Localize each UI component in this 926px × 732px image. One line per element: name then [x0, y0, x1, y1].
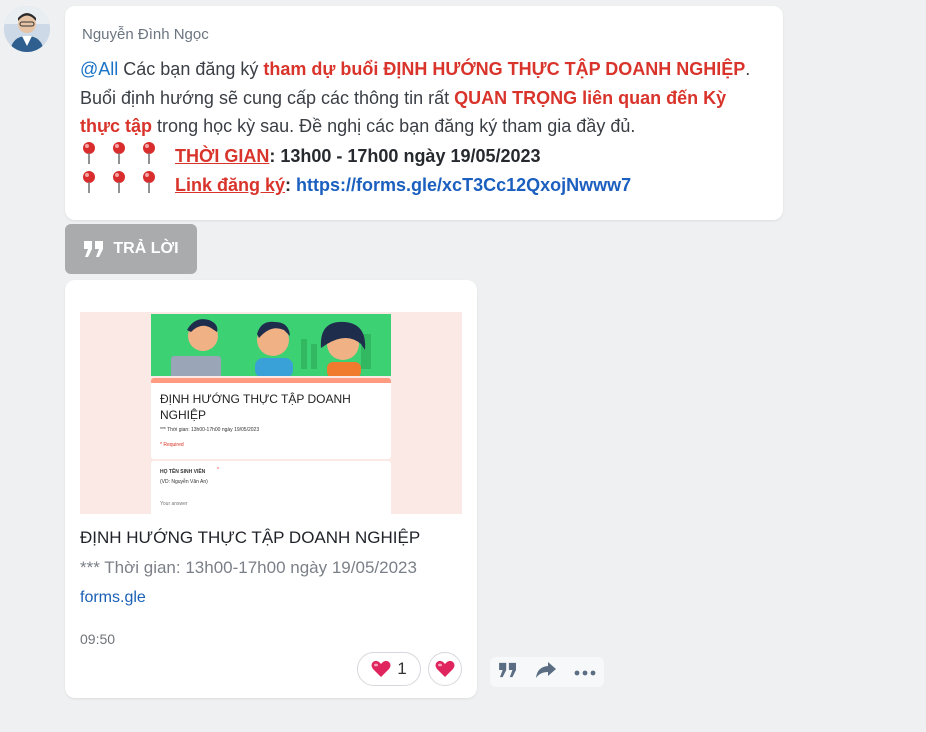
add-reaction-button[interactable]	[428, 652, 462, 686]
quote-icon	[84, 241, 104, 257]
heart-icon	[371, 660, 391, 677]
more-button[interactable]	[574, 663, 596, 681]
form-title: ĐỊNH HƯỚNG THỰC TẬP DOANH NGHIỆP	[160, 392, 351, 422]
time-value: : 13h00 - 17h00 ngày 19/05/2023	[269, 145, 541, 166]
message-bubble: Nguyễn Đình Ngọc @All Các bạn đăng ký th…	[65, 6, 783, 220]
reaction-count: 1	[397, 659, 407, 678]
register-link[interactable]: https://forms.gle/xcT3Cc12QxojNwww7	[296, 175, 631, 195]
form-question-card: HỌ TÊN SINH VIÊN * (VD: Nguyễn Văn An) Y…	[151, 461, 391, 514]
message-text: @All Các bạn đăng ký tham dự buổi ĐỊNH H…	[80, 59, 751, 195]
pushpin-icon	[113, 141, 125, 164]
link-preview-image[interactable]: ĐỊNH HƯỚNG THỰC TẬP DOANH NGHIỆP *** Thờ…	[80, 312, 462, 514]
link-preview-domain[interactable]: forms.gle	[80, 589, 146, 607]
pushpin-icon	[83, 141, 95, 164]
register-link-label: Link đăng ký	[175, 175, 286, 195]
heart-icon	[435, 660, 455, 677]
message-timestamp: 09:50	[80, 631, 116, 647]
link-preview-description: *** Thời gian: 13h00-17h00 ngày 19/05/20…	[80, 558, 417, 577]
pushpin-icons	[80, 171, 175, 195]
quote-icon	[499, 662, 517, 677]
avatar[interactable]	[4, 6, 50, 52]
quote-reply-button[interactable]	[498, 662, 518, 683]
pushpin-icon	[113, 171, 125, 193]
sender-name[interactable]: Nguyễn Đình Ngọc	[82, 26, 209, 43]
share-button[interactable]	[535, 661, 557, 684]
avatar-image	[4, 6, 50, 52]
form-banner-illustration	[151, 314, 391, 376]
reply-button[interactable]: TRẢ LỜI	[65, 224, 197, 274]
pushpin-icon	[83, 171, 95, 193]
pushpin-icons	[80, 141, 175, 166]
mention-all[interactable]: @All	[80, 59, 118, 79]
pushpin-icon	[143, 141, 155, 164]
reply-button-label: TRẢ LỜI	[113, 240, 179, 257]
more-icon	[574, 670, 596, 676]
message-actions-bar	[490, 657, 604, 687]
link-preview-card[interactable]: ĐỊNH HƯỚNG THỰC TẬP DOANH NGHIỆP *** Thờ…	[65, 280, 477, 698]
share-arrow-icon	[535, 661, 556, 678]
time-label: THỜI GIAN	[175, 145, 270, 166]
pushpin-icon	[143, 171, 155, 193]
link-preview-title[interactable]: ĐỊNH HƯỚNG THỰC TẬP DOANH NGHIỆP	[80, 528, 420, 548]
reaction-count-pill[interactable]: 1	[357, 652, 421, 686]
form-header-card: ĐỊNH HƯỚNG THỰC TẬP DOANH NGHIỆP *** Thờ…	[151, 378, 391, 459]
